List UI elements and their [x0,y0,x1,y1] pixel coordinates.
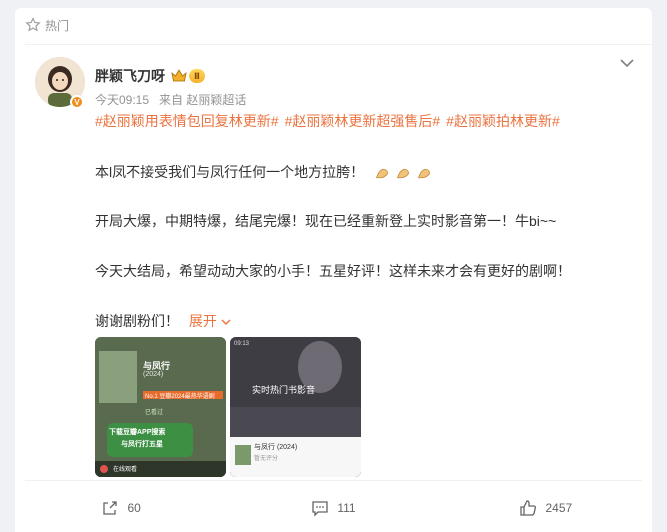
crown-icon [171,69,187,82]
muscle-icon [396,168,410,178]
divider [25,480,642,481]
comment-button[interactable]: 111 [227,488,439,528]
post-text: 本l凤不接受我们与凤行任何一个地方拉胯！ [95,164,365,180]
username[interactable]: 胖颖飞刀呀 [95,66,165,86]
hot-icon [25,17,41,32]
post-text-line: 谢谢剧粉们！ 展开 [95,311,231,331]
thumb-year: (2024) [143,371,164,378]
topic-tag[interactable]: #赵丽颖用表情包回复林更新# [95,111,279,131]
muscle-icon [375,168,389,178]
post-card: 热门 V 胖颖飞刀呀 Ⅱ 今天09:15 来自 赵丽颖超话 #赵丽颖用表情包回复… [15,8,652,532]
post-source[interactable]: 来自 赵丽颖超话 [159,91,246,108]
thumbs-up-icon [520,500,537,516]
share-count: 60 [127,501,141,515]
topic-tag[interactable]: #赵丽颖林更新超强售后# [285,111,441,131]
divider [25,44,652,45]
share-button[interactable]: 60 [15,488,227,528]
like-button[interactable]: 2457 [440,488,652,528]
hot-label[interactable]: 热门 [25,14,69,36]
topic-tags: #赵丽颖用表情包回复林更新# #赵丽颖林更新超强售后# #赵丽颖拍林更新# [95,111,560,131]
thumb-card-title: 与凤行 (2024) [254,444,298,451]
share-icon [103,501,118,515]
like-count: 2457 [545,501,573,515]
muscle-icon [417,168,431,178]
comment-icon [312,501,329,517]
thumb-heading: 实时热门书影音 [252,385,316,395]
chevron-down-icon[interactable] [618,56,636,70]
thumb-play-label: 在线观看 [113,467,138,473]
expand-button[interactable]: 展开 [189,313,231,329]
thumb-card-sub: 暂无评分 [254,456,279,462]
hot-text: 热门 [45,18,70,33]
muscle-emojis [374,165,433,182]
post-text-line: 本l凤不接受我们与凤行任何一个地方拉胯！ [95,162,433,182]
comment-count: 111 [337,501,356,515]
post-text: 今天大结局，希望动动大家的小手！五星好评！这样未来才会有更好的剧啊！ [95,263,571,279]
action-bar: 60 111 2457 [15,488,652,528]
post-text: 谢谢剧粉们！ [95,313,179,329]
thumb-banner-line: 与凤行打五星 [121,441,163,448]
thumb-rank: No.1 豆瓣2024最热华语剧 [145,394,215,400]
thumb-time: 09:13 [234,341,250,347]
thumb-banner-line: 下载豆瓣APP搜索 [109,429,166,436]
vip-badge[interactable]: Ⅱ [171,69,205,83]
post-time[interactable]: 今天09:15 [95,91,149,108]
thumb-status: 已看过 [145,410,164,416]
post-text: 开局大爆，中期特爆，结尾完爆！现在已经重新登上实时影音第一！牛bi~~ [95,213,557,229]
vip-level: Ⅱ [189,69,205,83]
chevron-down-icon [221,319,231,325]
image-thumbnail[interactable]: 09:13 实时热门书影音 与凤行 (2024) 暂无评分 [230,337,361,477]
topic-tag[interactable]: #赵丽颖拍林更新# [446,111,560,131]
verified-badge: V [70,95,84,109]
image-thumbnail[interactable]: 与凤行 (2024) No.1 豆瓣2024最热华语剧 已看过 下载豆瓣APP搜… [95,337,226,477]
